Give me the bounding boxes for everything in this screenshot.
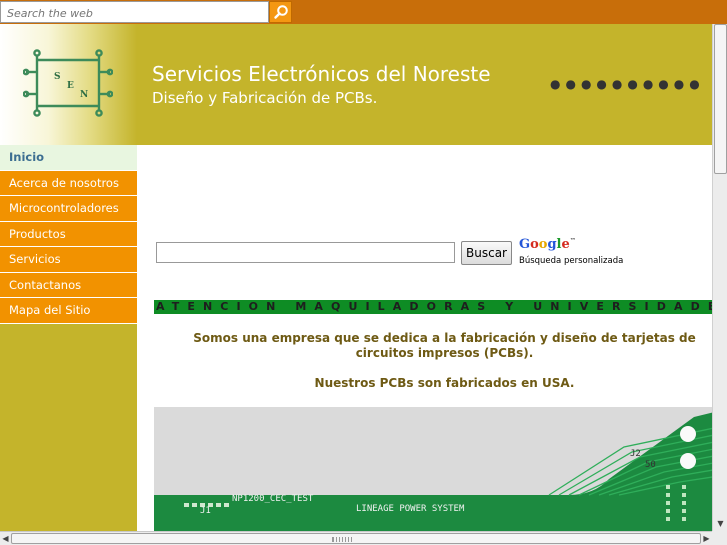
- scroll-grip-icon: [332, 537, 352, 542]
- vertical-scroll-thumb[interactable]: [714, 24, 727, 174]
- web-search-input[interactable]: [1, 3, 268, 24]
- made-in-usa-text: Nuestros PCBs son fabricados en USA.: [314, 376, 575, 390]
- nav-item-productos[interactable]: Productos: [0, 221, 137, 247]
- pcb-photo: NP1200_CEC_TEST J1 LINEAGE POWER SYSTEM …: [154, 407, 712, 531]
- google-search-button[interactable]: Buscar: [461, 241, 512, 265]
- horizontal-scrollbar[interactable]: ◀ ▶: [0, 531, 712, 545]
- logo-letter-e: E: [67, 81, 74, 91]
- pcb-label-j1: J1: [200, 506, 211, 516]
- attention-banner: ATENCION MAQUILADORAS Y UNIVERSIDADES !!…: [154, 300, 712, 314]
- nav-item-microcontroladores[interactable]: Microcontroladores: [0, 196, 137, 222]
- logo-letter-s: S: [54, 72, 61, 82]
- intro-text: Somos una empresa que se dedica a la fab…: [193, 331, 696, 360]
- search-icon: [273, 5, 288, 19]
- sidebar: Inicio Acerca de nosotros Microcontrolad…: [0, 145, 137, 531]
- scroll-right-arrow-icon[interactable]: ▶: [701, 532, 712, 545]
- pcb-label-lineage: LINEAGE POWER SYSTEM: [356, 504, 465, 514]
- google-search-input[interactable]: [156, 242, 455, 263]
- nav-item-contactanos[interactable]: Contactanos: [0, 272, 137, 298]
- logo-letter-n: N: [80, 90, 88, 100]
- vertical-scrollbar[interactable]: ▼: [712, 24, 727, 531]
- pcb-image: NP1200_CEC_TEST J1 LINEAGE POWER SYSTEM …: [154, 407, 712, 531]
- decorative-dots: ●●●●●●●●●●: [550, 77, 705, 91]
- web-search-box[interactable]: [0, 1, 269, 24]
- scroll-down-arrow-icon[interactable]: ▼: [714, 517, 727, 530]
- nav-item-acerca[interactable]: Acerca de nosotros: [0, 170, 137, 196]
- logo-panel: S E N: [0, 24, 137, 145]
- pcb-label-50: 50: [645, 460, 656, 470]
- scroll-corner: [712, 531, 727, 545]
- pcb-label-j2: J2: [630, 449, 641, 459]
- nav-item-inicio[interactable]: Inicio: [0, 145, 137, 171]
- nav-item-mapa[interactable]: Mapa del Sitio: [0, 298, 137, 324]
- main-content: Buscar Google™ Búsqueda personalizada AT…: [137, 145, 712, 531]
- google-logo: Google™: [519, 237, 576, 252]
- site-title: Servicios Electrónicos del Noreste: [152, 62, 491, 86]
- site-subtitle: Diseño y Fabricación de PCBs.: [152, 89, 378, 107]
- pcb-label-np1200: NP1200_CEC_TEST: [232, 494, 314, 504]
- sen-logo: S E N: [23, 49, 113, 117]
- horizontal-scroll-thumb[interactable]: [11, 533, 701, 544]
- site-header: S E N Servicios Electrónicos del Noreste…: [0, 24, 712, 145]
- nav-item-servicios[interactable]: Servicios: [0, 247, 137, 273]
- web-search-button[interactable]: [269, 1, 292, 23]
- scroll-left-arrow-icon[interactable]: ◀: [0, 532, 11, 545]
- google-caption: Búsqueda personalizada: [519, 256, 624, 266]
